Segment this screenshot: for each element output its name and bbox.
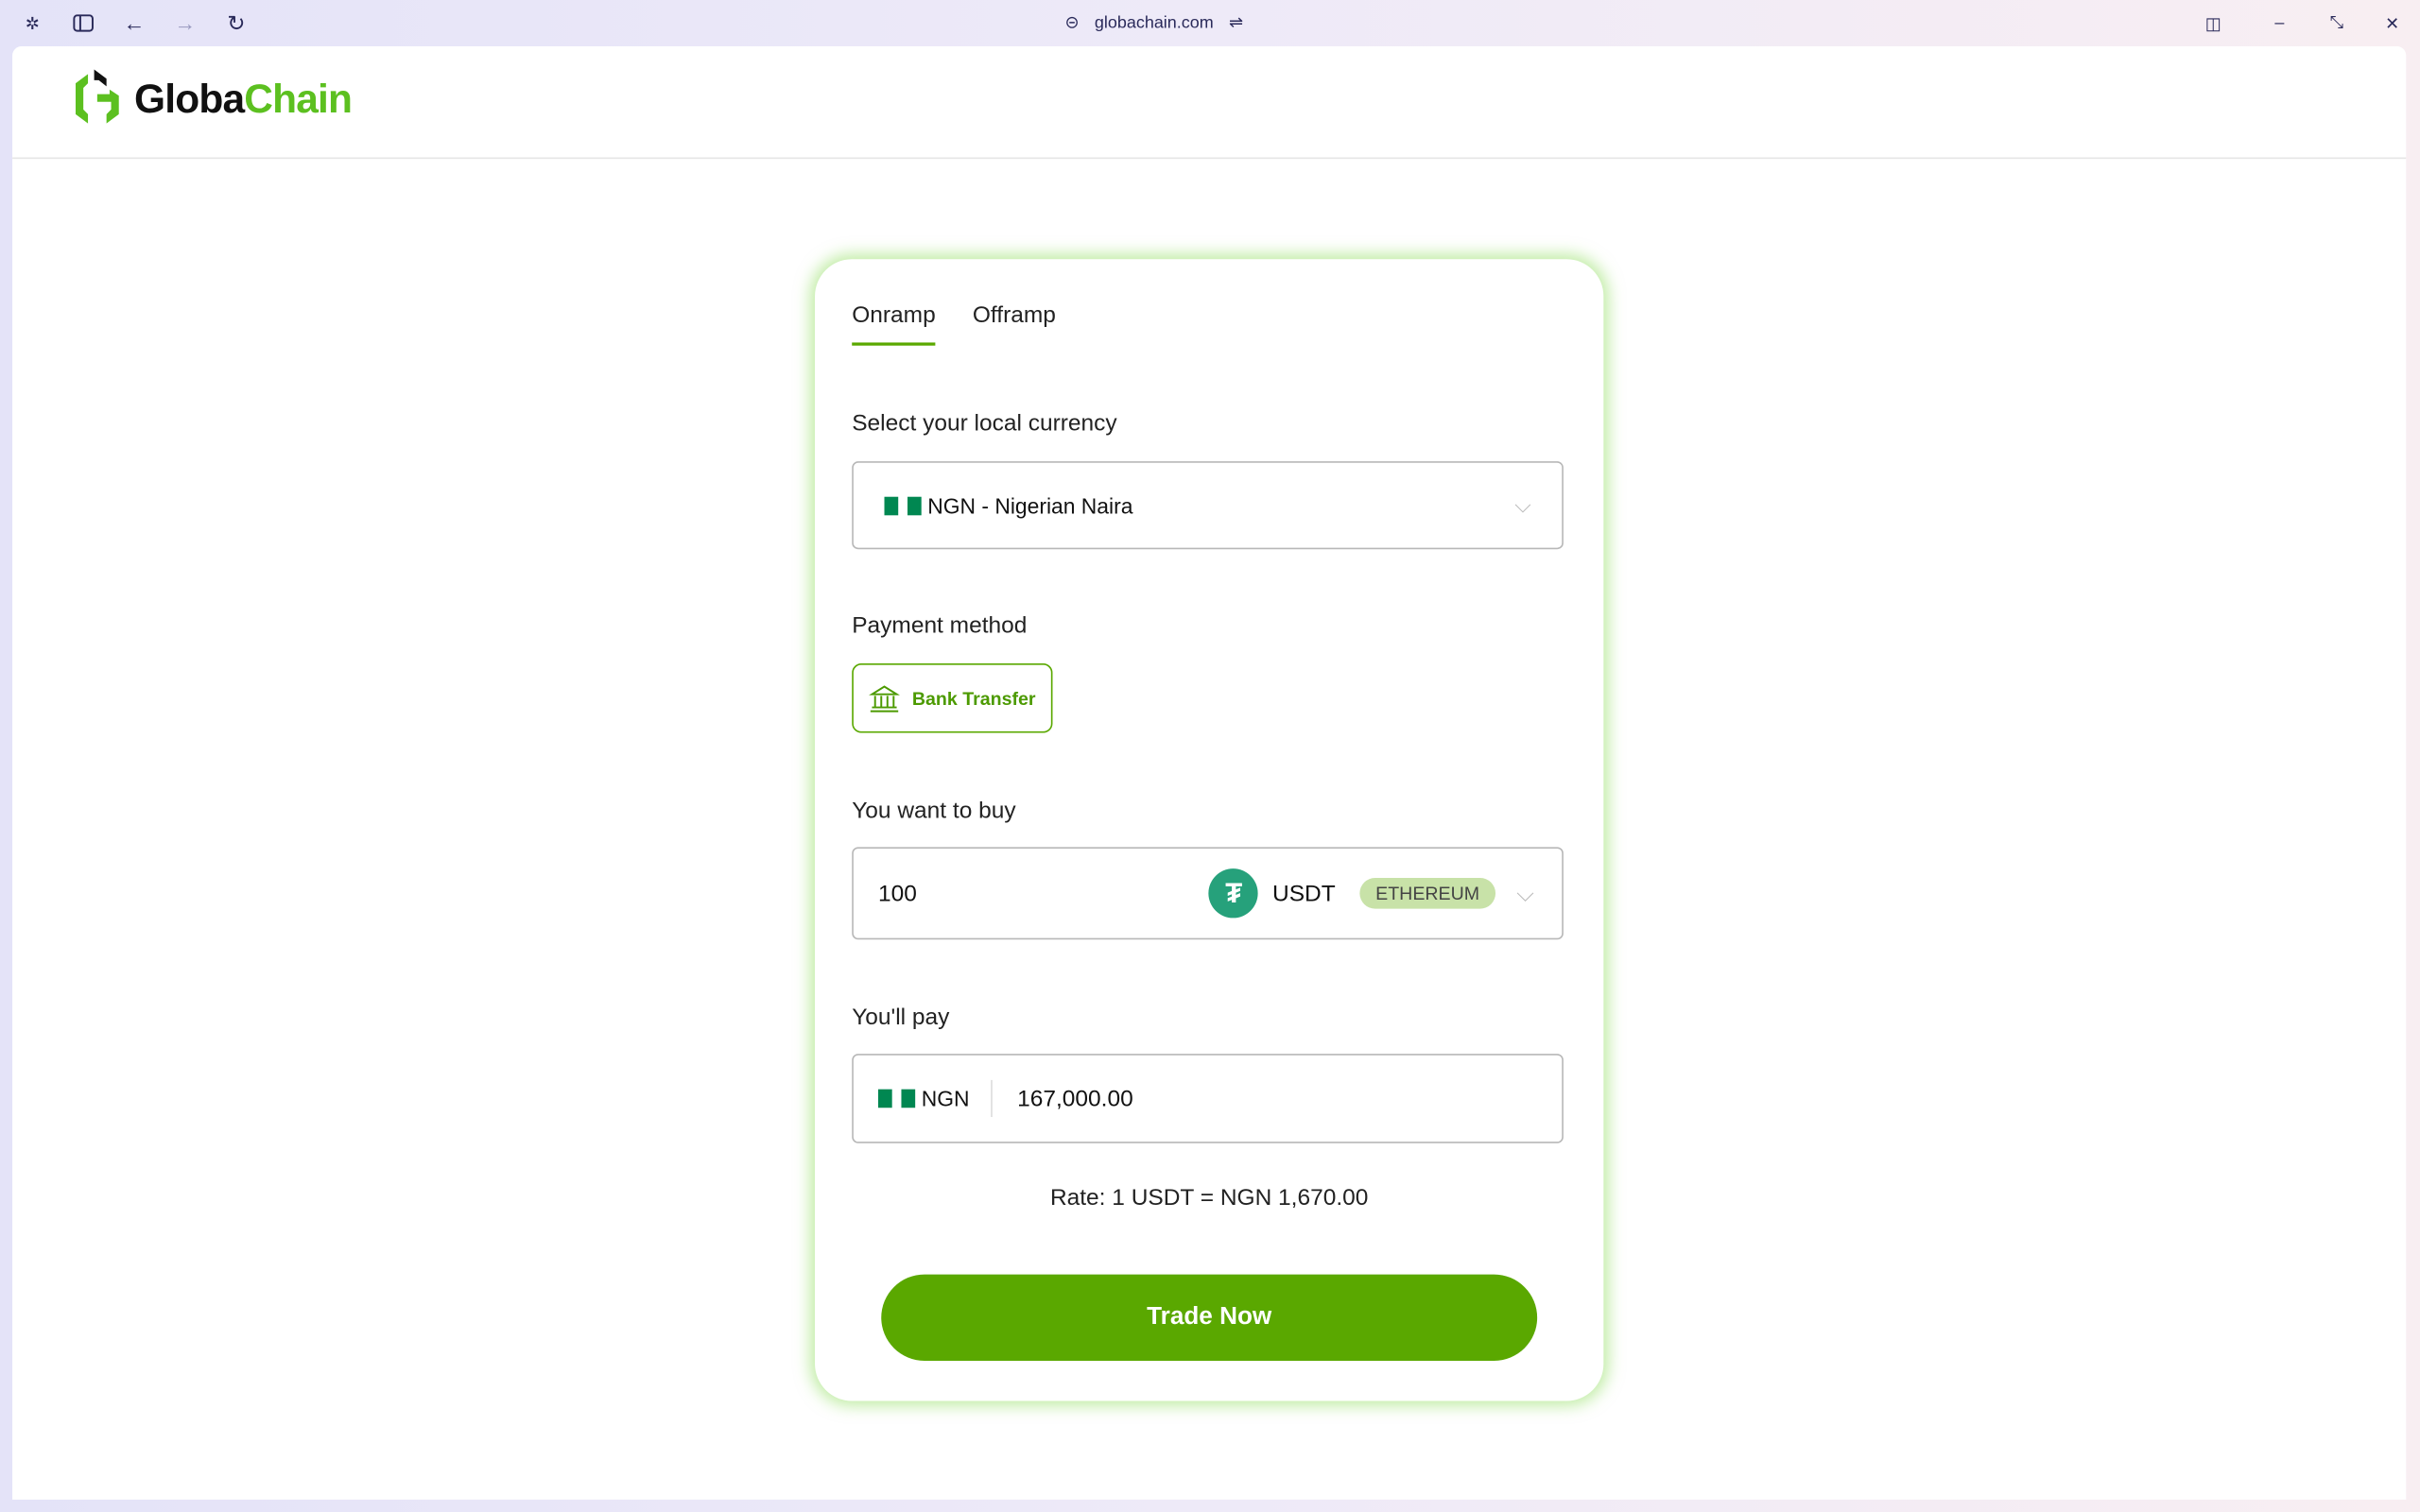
site-settings-icon[interactable]: ⇌ <box>1229 12 1243 33</box>
browser-window: ✲ ← → ↻ ⊝ globachain.com ⇌ ◫ – ⤡ ✕ Globa… <box>0 0 2420 1512</box>
pay-amount-field: NGN 167,000.00 <box>852 1054 1564 1143</box>
bank-transfer-option[interactable]: Bank Transfer <box>852 663 1053 733</box>
pay-currency: NGN <box>922 1079 993 1118</box>
pay-amount: 167,000.00 <box>1017 1085 1133 1112</box>
token-chevron-down-icon[interactable]: ⌵ <box>1516 880 1534 906</box>
sidebar-toggle-icon[interactable] <box>71 10 95 35</box>
currency-value: NGN - Nigerian Naira <box>927 492 1133 518</box>
exchange-rate: Rate: 1 USDT = NGN 1,670.00 <box>1049 1184 1369 1211</box>
url-text[interactable]: globachain.com <box>1095 13 1214 32</box>
buy-amount-field[interactable]: 100 ₮ USDT ETHEREUM ⌵ <box>852 847 1564 940</box>
logo-text-chain: Chain <box>244 75 353 122</box>
tether-icon: ₮ <box>1209 868 1259 919</box>
restore-icon[interactable]: ⤡ <box>2325 10 2349 35</box>
trade-now-button[interactable]: Trade Now <box>881 1274 1538 1361</box>
tab-onramp[interactable]: Onramp <box>852 302 936 346</box>
split-view-icon[interactable]: ◫ <box>2201 10 2225 35</box>
logo-text-globa: Globa <box>134 75 245 122</box>
minimize-icon[interactable]: – <box>2267 10 2291 35</box>
site-header: GlobaChain <box>12 46 2407 160</box>
trade-card: Onramp Offramp Select your local currenc… <box>815 259 1604 1401</box>
buy-label: You want to buy <box>852 798 1016 824</box>
pay-label: You'll pay <box>852 1004 950 1031</box>
globachain-logo[interactable]: GlobaChain <box>73 68 353 129</box>
chevron-down-icon: ⌵ <box>1514 491 1531 517</box>
token-symbol[interactable]: USDT <box>1272 880 1336 906</box>
nigeria-flag-icon <box>877 1089 916 1108</box>
buy-amount-input[interactable]: 100 <box>878 880 1209 906</box>
bank-transfer-label: Bank Transfer <box>911 687 1036 710</box>
nigeria-flag-icon <box>884 495 922 515</box>
bank-icon <box>869 684 900 712</box>
link-icon: ⊝ <box>1064 13 1080 33</box>
currency-label: Select your local currency <box>852 410 1117 438</box>
page: GlobaChain Onramp Offramp Select your lo… <box>12 45 2407 1500</box>
browser-logo-icon[interactable]: ✲ <box>20 10 44 35</box>
currency-select[interactable]: NGN - Nigerian Naira ⌵ <box>852 461 1564 550</box>
forward-icon[interactable]: → <box>173 10 198 35</box>
browser-toolbar: ✲ ← → ↻ ⊝ globachain.com ⇌ ◫ – ⤡ ✕ <box>0 0 2420 46</box>
reload-icon[interactable]: ↻ <box>224 10 249 35</box>
payment-method-label: Payment method <box>852 612 1028 639</box>
tab-offramp[interactable]: Offramp <box>973 302 1056 346</box>
back-icon[interactable]: ← <box>122 10 147 35</box>
network-badge: ETHEREUM <box>1359 877 1495 909</box>
trade-tabs: Onramp Offramp <box>852 302 1056 346</box>
close-icon[interactable]: ✕ <box>2380 10 2405 35</box>
logo-mark-icon <box>75 69 119 124</box>
